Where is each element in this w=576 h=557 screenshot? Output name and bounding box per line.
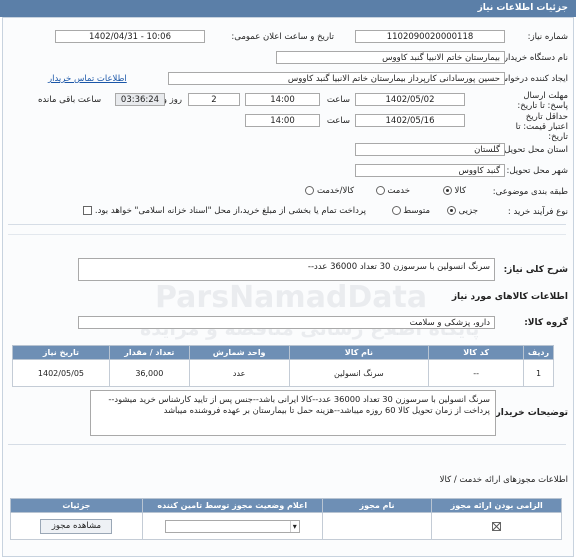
process-option-medium[interactable]: متوسط	[391, 206, 430, 216]
days-remaining-field: 2	[188, 93, 240, 106]
permit-status-header: اعلام وضعیت مجوز توسط تامین کننده	[141, 498, 323, 513]
deadline-date-field: 1402/05/02	[355, 93, 465, 106]
process-medium-text: متوسط	[403, 206, 430, 216]
buyer-notes-field: سرنگ انسولین با سرسوزن 30 تعداد 36000 عد…	[90, 390, 496, 436]
city-label: شهر محل تحویل:	[506, 166, 568, 176]
announce-label: تاریخ و ساعت اعلان عمومی:	[231, 32, 334, 42]
need-number-label: شماره نیاز:	[527, 32, 568, 42]
permits-table: الزامی بودن ارائه مجوز نام مجوز اعلام وض…	[10, 498, 562, 540]
category-both-text: کالا/خدمت	[317, 186, 354, 196]
category-option-both[interactable]: کالا/خدمت	[305, 186, 354, 196]
col-date-header: تاریخ نیاز	[12, 345, 110, 360]
goods-table: ردیف کد کالا نام کالا واحد شمارش تعداد /…	[12, 345, 554, 387]
col-code-header: کد کالا	[428, 345, 525, 360]
payment-note-text: پرداخت تمام یا بخشی از مبلغ خرید،از محل …	[94, 206, 366, 216]
deadline-label: مهلت ارسال پاسخ: تا تاریخ:	[517, 91, 568, 111]
goods-group-field: دارو، پزشکی و سلامت	[78, 316, 495, 329]
cell-name: سرنگ انسولین	[288, 359, 430, 387]
process-minor-text: جزیی	[458, 206, 478, 216]
permit-details-header: جزئیات	[10, 498, 143, 513]
category-label: طبقه بندی موضوعی:	[492, 187, 568, 197]
permit-row: ▾ مشاهده مجوز	[10, 512, 562, 540]
goods-group-label: گروه کالا:	[524, 318, 568, 328]
buyer-field: بیمارستان خاتم الانبیا گنبد کاووس	[276, 51, 505, 64]
deadline-time-label: ساعت	[326, 95, 350, 105]
days-label: روز و	[162, 95, 182, 105]
category-goods-text: کالا	[454, 186, 466, 196]
validity-label: حداقل تاریخ اعتبار قیمت: تا تاریخ:	[515, 112, 568, 142]
cell-unit: عدد	[188, 359, 290, 387]
buyer-notes-label: توضیحات خریدار:	[492, 408, 568, 418]
contact-info-link[interactable]: اطلاعات تماس خریدار	[48, 74, 127, 84]
validity-time-field: 14:00	[245, 114, 320, 127]
category-option-goods[interactable]: کالا	[442, 186, 466, 196]
category-both-radio[interactable]	[305, 186, 315, 195]
col-name-header: نام کالا	[288, 345, 430, 360]
deadline-time-field: 14:00	[245, 93, 320, 106]
validity-time-label: ساعت	[326, 116, 350, 126]
cell-qty: 36,000	[108, 359, 190, 387]
x-mark-icon	[492, 522, 501, 530]
city-field: گنبد کاووس	[355, 164, 505, 177]
permit-status-select[interactable]: ▾	[164, 519, 300, 533]
col-unit-header: واحد شمارش	[188, 345, 290, 360]
category-option-service[interactable]: خدمت	[375, 186, 410, 196]
payment-note-checkbox[interactable]	[83, 206, 93, 215]
permit-name-cell	[321, 512, 433, 540]
cell-date: 1402/05/05	[12, 359, 110, 387]
process-label: نوع فرآیند خرید :	[507, 207, 568, 217]
permits-title: اطلاعات مجوزهای ارائه خدمت / کالا	[439, 475, 568, 485]
permit-details-cell: مشاهده مجوز	[10, 512, 143, 540]
remaining-time-label: ساعت باقی مانده	[38, 95, 102, 105]
validity-date-field: 1402/05/16	[355, 114, 465, 127]
chevron-down-icon: ▾	[289, 520, 297, 532]
permit-required-header: الزامی بودن ارائه مجوز	[431, 498, 562, 513]
general-desc-field: سرنگ انسولین با سرسوزن 30 تعداد 36000 عد…	[78, 258, 495, 281]
province-field: گلستان	[355, 143, 505, 156]
col-row-header: ردیف	[523, 345, 554, 360]
goods-section-title: اطلاعات کالاهای مورد نیاز	[451, 292, 568, 302]
payment-note[interactable]: پرداخت تمام یا بخشی از مبلغ خرید،از محل …	[83, 206, 366, 216]
buyer-label: نام دستگاه خریدار:	[501, 53, 568, 63]
cell-row: 1	[523, 359, 554, 387]
page-header: جزئیات اطلاعات نیاز	[0, 0, 576, 17]
creator-field: حسین پورسادانی کارپرداز بیمارستان خاتم ا…	[168, 72, 505, 85]
general-desc-label: شرح کلی نیاز:	[503, 265, 568, 275]
table-row: 1 -- سرنگ انسولین عدد 36,000 1402/05/05	[12, 359, 554, 387]
cell-code: --	[428, 359, 525, 387]
permit-status-cell: ▾	[141, 512, 323, 540]
col-qty-header: تعداد / مقدار	[108, 345, 190, 360]
category-service-radio[interactable]	[375, 186, 385, 195]
remaining-time-field: 03:36:24	[115, 93, 165, 106]
province-label: استان محل تحویل:	[501, 145, 568, 155]
permit-name-header: نام مجوز	[321, 498, 433, 513]
announce-field: 1402/04/31 - 10:06	[55, 30, 205, 43]
need-number-field: 1102090020000118	[355, 30, 505, 43]
category-goods-radio[interactable]	[442, 186, 452, 195]
process-option-minor[interactable]: جزیی	[446, 206, 478, 216]
permit-required-cell	[431, 512, 562, 540]
permit-required-checkbox[interactable]	[492, 521, 502, 531]
process-minor-radio[interactable]	[446, 206, 456, 215]
view-permit-button[interactable]: مشاهده مجوز	[40, 518, 113, 534]
category-service-text: خدمت	[387, 186, 410, 196]
process-medium-radio[interactable]	[391, 206, 401, 215]
